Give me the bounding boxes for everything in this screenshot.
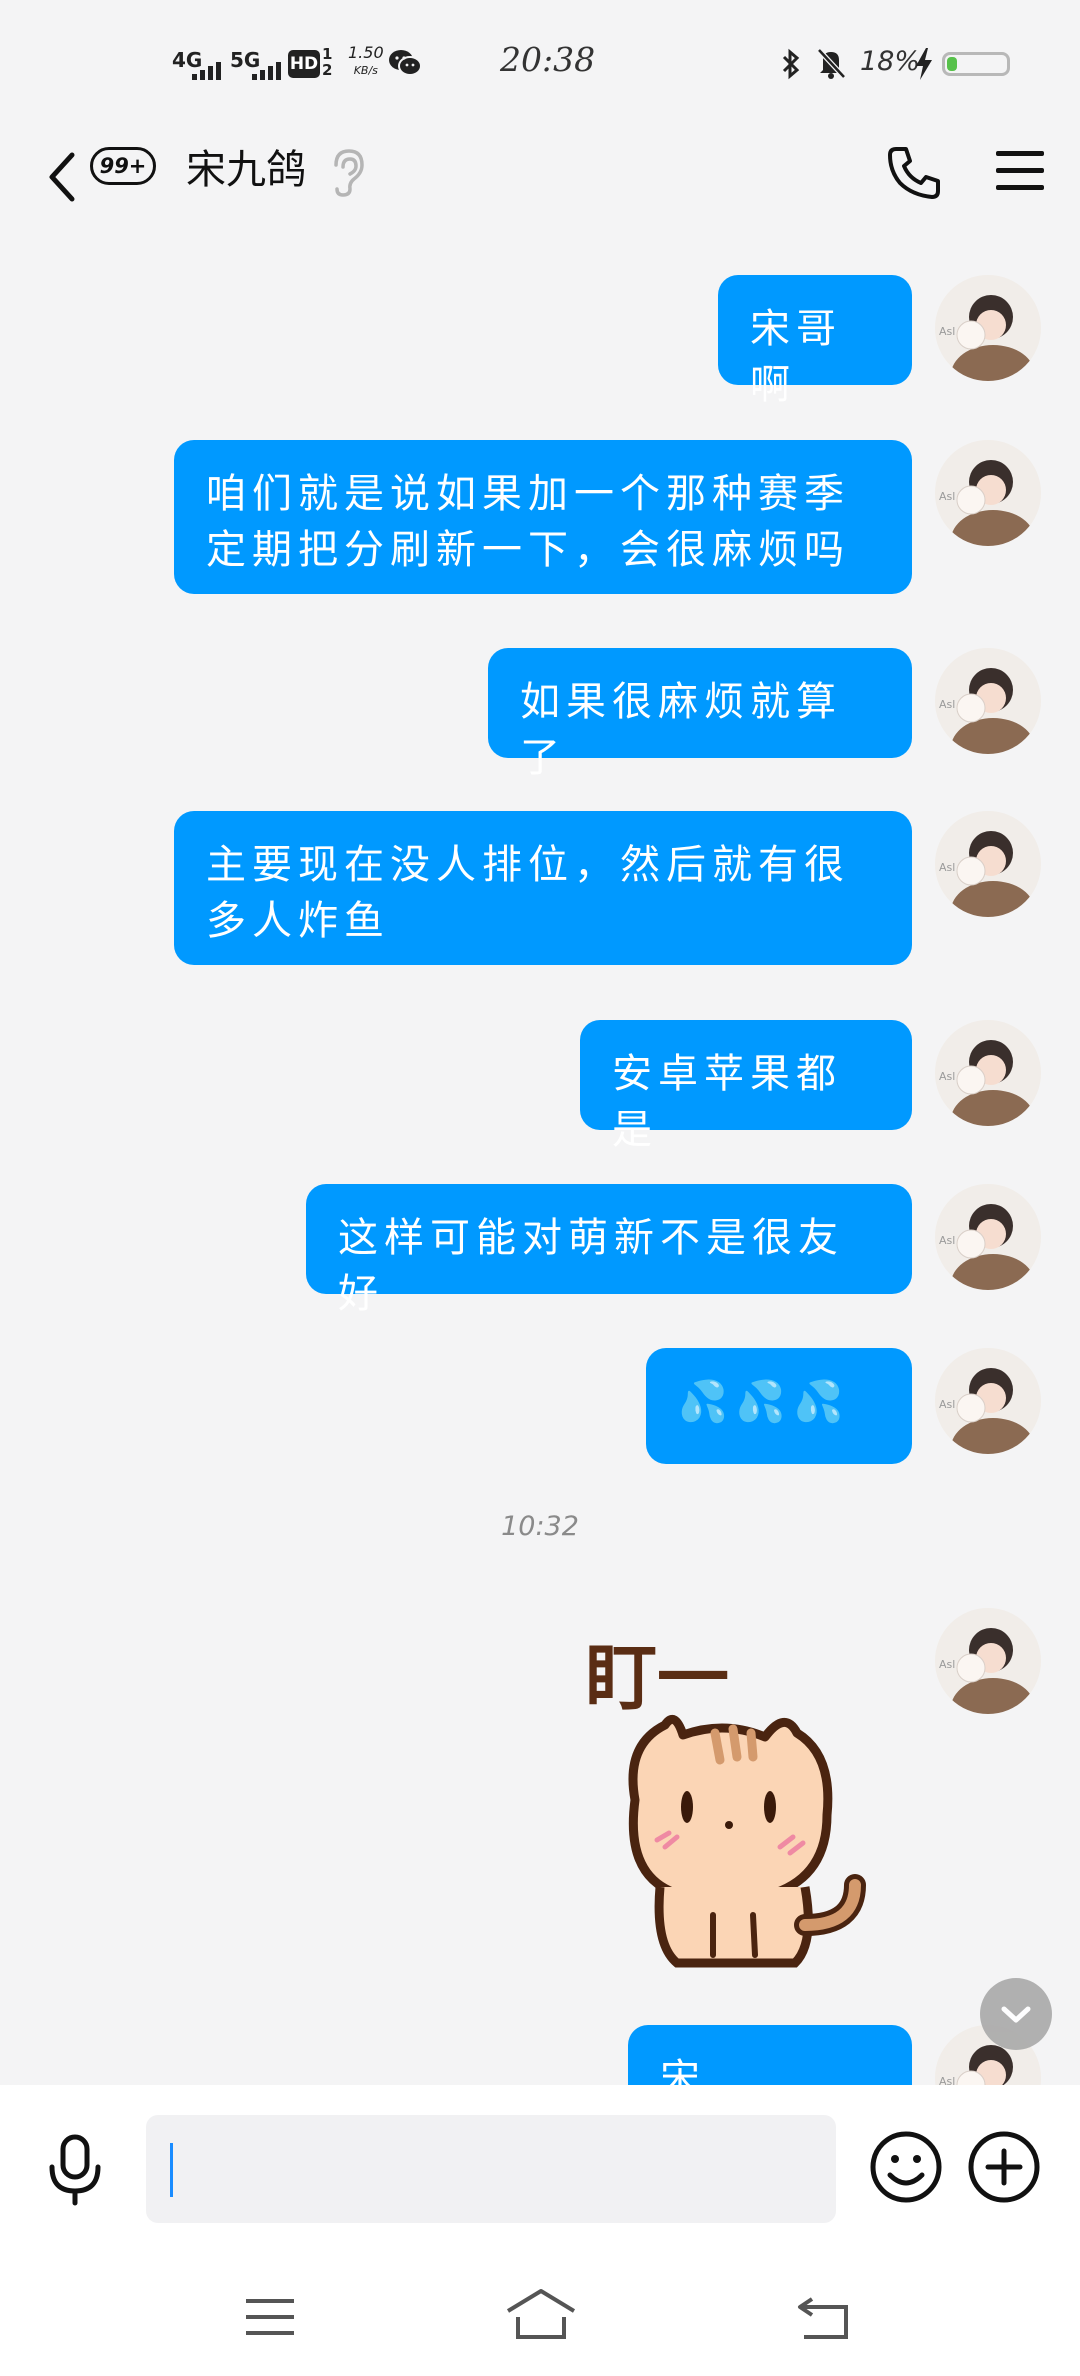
message-timestamp: 10:32 <box>501 1511 579 1542</box>
mic-icon[interactable] <box>44 2133 106 2207</box>
svg-text:Asl: Asl <box>939 1658 955 1671</box>
speed-value: 1.50 <box>348 43 384 62</box>
network-speed: 1.50 KB/s <box>348 44 384 80</box>
scroll-to-bottom-button[interactable] <box>980 1978 1052 2050</box>
avatar-image: Asl <box>935 1020 1041 1126</box>
svg-text:Asl: Asl <box>939 490 955 503</box>
avatar[interactable]: Asl <box>935 1348 1041 1454</box>
avatar[interactable]: Asl <box>935 1608 1041 1714</box>
svg-text:Asl: Asl <box>939 861 955 874</box>
wechat-icon <box>389 50 422 76</box>
sticker-caption: 盯一 <box>585 1636 729 1720</box>
cat-sticker[interactable]: 盯一 <box>565 1625 895 1985</box>
clock: 20:38 <box>500 40 596 79</box>
avatar[interactable]: Asl <box>935 648 1041 754</box>
message-list[interactable]: 宋哥啊 Asl 咱们就是说如果加一个那种赛季 定期把分刷新一下，会很麻烦吗 As… <box>0 245 1080 2085</box>
message-bubble[interactable]: 💦💦💦 <box>646 1348 912 1464</box>
system-nav-bar <box>0 2255 1080 2376</box>
avatar-image: Asl <box>935 811 1041 917</box>
avatar-image: Asl <box>935 1184 1041 1290</box>
hd-voice-badge: HD <box>288 50 320 78</box>
svg-text:Asl: Asl <box>939 1398 955 1411</box>
svg-text:Asl: Asl <box>939 1234 955 1247</box>
battery-percent: 18% <box>860 46 921 77</box>
message-bubble[interactable]: 咱们就是说如果加一个那种赛季 定期把分刷新一下，会很麻烦吗 <box>174 440 912 594</box>
contact-name[interactable]: 宋九鸽 <box>186 137 306 195</box>
message-bubble[interactable]: 这样可能对萌新不是很友好 <box>306 1184 912 1317</box>
avatar-image: Asl <box>935 275 1041 381</box>
avatar[interactable]: Asl <box>935 275 1041 381</box>
message-bubble[interactable]: 宋哥！！！ <box>628 2025 912 2085</box>
unread-count-badge[interactable]: 99+ <box>90 147 156 185</box>
bluetooth-icon <box>782 48 800 80</box>
back-icon[interactable] <box>38 147 98 207</box>
signal-icon <box>192 62 221 80</box>
avatar[interactable]: Asl <box>935 1184 1041 1290</box>
ear-icon[interactable] <box>322 143 372 199</box>
text-cursor <box>170 2143 173 2197</box>
call-icon[interactable] <box>884 143 944 203</box>
avatar-image: Asl <box>935 440 1041 546</box>
mute-icon <box>817 48 846 79</box>
battery-icon <box>942 52 1010 76</box>
avatar[interactable]: Asl <box>935 440 1041 546</box>
svg-text:Asl: Asl <box>939 2075 955 2085</box>
avatar-image: Asl <box>935 1348 1041 1454</box>
avatar[interactable]: Asl <box>935 1020 1041 1126</box>
message-bubble[interactable]: 宋哥啊 <box>718 275 912 408</box>
input-bar <box>0 2085 1080 2255</box>
avatar[interactable]: Asl <box>935 811 1041 917</box>
status-bar: 4G 5G HD 12 1.50 KB/s 20:38 18% <box>0 0 1080 125</box>
emoji-icon[interactable] <box>868 2129 944 2205</box>
message-bubble[interactable]: 如果很麻烦就算了 <box>488 648 912 781</box>
avatar-image: Asl <box>935 1608 1041 1714</box>
svg-text:Asl: Asl <box>939 1070 955 1083</box>
avatar-image: Asl <box>935 648 1041 754</box>
message-bubble[interactable]: 安卓苹果都是 <box>580 1020 912 1153</box>
nav-back-icon[interactable] <box>794 2291 852 2343</box>
sim-indicator: 12 <box>322 45 333 79</box>
nav-menu-icon[interactable] <box>244 2295 296 2339</box>
chevron-down-icon <box>1001 2006 1031 2023</box>
menu-icon[interactable] <box>996 147 1044 195</box>
speed-unit: KB/s <box>353 64 378 77</box>
charging-icon <box>916 48 932 80</box>
chat-header: 99+ 宋九鸽 <box>0 125 1080 245</box>
plus-icon[interactable] <box>966 2129 1042 2205</box>
svg-text:Asl: Asl <box>939 698 955 711</box>
nav-home-icon[interactable] <box>504 2285 578 2345</box>
message-bubble[interactable]: 主要现在没人排位，然后就有很 多人炸鱼 <box>174 811 912 965</box>
battery-fill <box>947 57 957 71</box>
message-input[interactable] <box>146 2115 836 2223</box>
signal-icon-2 <box>252 62 281 80</box>
svg-text:Asl: Asl <box>939 325 955 338</box>
